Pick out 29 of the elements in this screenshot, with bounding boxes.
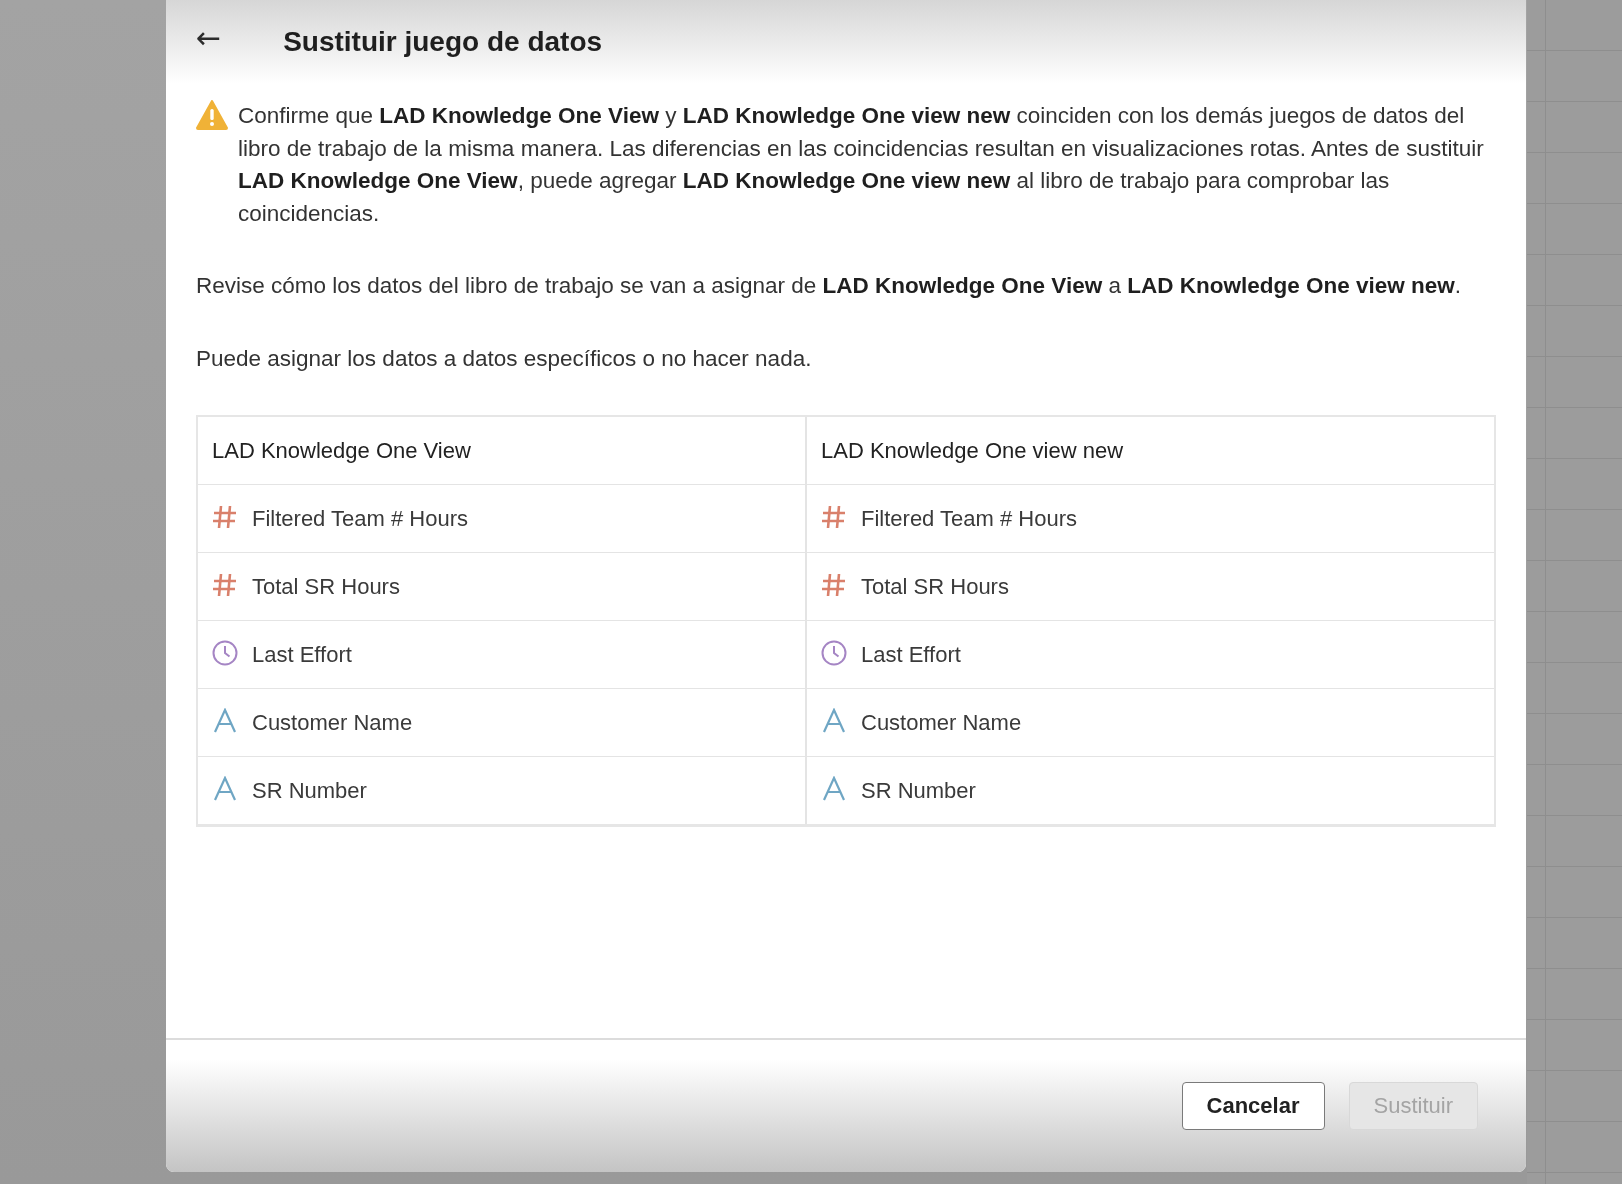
hash-icon [821, 503, 847, 530]
instruction-text: Revise cómo los datos del libro de trabajo se van a asignar de LAD Knowledge One View a LAD Knowledge One view new. [196, 272, 1463, 300]
hash-icon [821, 571, 847, 598]
field-name: SR Number [252, 777, 367, 804]
field-name: SR Number [861, 777, 976, 804]
field-name: Filtered Team # Hours [252, 505, 468, 532]
clock-icon [821, 639, 847, 666]
hash-icon [212, 571, 238, 598]
letter-a-icon [821, 707, 847, 734]
letter-a-icon [821, 775, 847, 802]
dialog-title: Sustituir juego de datos [283, 26, 603, 58]
field-name: Customer Name [252, 709, 413, 736]
field-name: Last Effort [252, 641, 352, 668]
warning-icon [196, 100, 228, 130]
hash-icon [212, 503, 238, 530]
instruction-text: Puede asignar los datos a datos específicos o no hacer nada. [196, 344, 813, 373]
field-name: Filtered Team # Hours [861, 505, 1077, 532]
warning-text: Confirme que LAD Knowledge One View y LAD Knowledge One view new coinciden con los demás juegos de datos del libro de trabajo de la misma manera. Las diferencias en las coincidencias resultan en visualizaciones rotas. Antes de sustituir LAD Knowledge One View, puede agregar LAD Knowledge One view new al libro de trabajo para comprobar las coincidencias. [238, 102, 1485, 228]
column-header: LAD Knowledge One View [211, 436, 472, 465]
column-header: LAD Knowledge One view new [805, 417, 1494, 484]
field-name: Customer Name [861, 709, 1022, 736]
field-name: Last Effort [861, 641, 961, 668]
field-name: Total SR Hours [252, 573, 400, 600]
letter-a-icon [212, 775, 238, 802]
cancel-button[interactable]: Cancelar [1181, 1082, 1325, 1130]
clock-icon [212, 639, 238, 666]
field-name: Total SR Hours [861, 573, 1009, 600]
back-button[interactable]: ← [196, 19, 222, 55]
letter-a-icon [212, 707, 238, 734]
